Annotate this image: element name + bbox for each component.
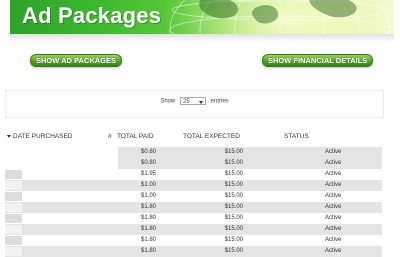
cell-total-paid: $0.80 (140, 160, 156, 166)
banner-shadow (10, 34, 394, 42)
entries-label: entries (210, 98, 229, 105)
cell-total-expected: $15.00 (224, 215, 243, 221)
header-banner: Ad Packages (10, 0, 394, 34)
cell-date-purchased (5, 214, 22, 223)
cell-date-purchased (5, 225, 22, 234)
table-row: $1.80 $15.00 Active (5, 235, 382, 246)
row-left-blank (5, 147, 118, 158)
cell-status: Active (325, 237, 342, 243)
page-size-select[interactable]: 25 (180, 97, 206, 105)
cell-total-paid: $1.00 (140, 193, 156, 199)
cell-total-paid: $1.80 (140, 237, 156, 243)
cell-total-expected: $15.00 (224, 237, 243, 243)
cell-date-purchased (5, 236, 22, 245)
cell-total-expected: $15.00 (224, 204, 243, 210)
column-header-total-paid[interactable]: TOTAL PAID (117, 133, 154, 140)
cell-status: Active (325, 160, 342, 166)
cell-date-purchased (5, 170, 22, 179)
cell-total-paid: $1.80 (140, 204, 156, 210)
row-left-blank (5, 158, 118, 169)
globe-graphic (169, 0, 391, 34)
cell-date-purchased (5, 181, 22, 190)
table-row: $1.80 $15.00 Active (5, 224, 382, 235)
cell-total-expected: $15.00 (224, 193, 243, 199)
table-row: $0.80 $15.00 Active (5, 158, 382, 169)
cell-total-expected: $15.00 (224, 182, 243, 188)
table-controls: Show 25 entries (5, 90, 384, 118)
cell-date-purchased (5, 192, 22, 201)
page-size-row: Show 25 entries (6, 97, 383, 107)
table-row: $1.00 $15.00 Active (5, 180, 382, 191)
cell-status: Active (325, 182, 342, 188)
cell-status: Active (325, 171, 342, 177)
column-header-total-expected[interactable]: TOTAL EXPECTED (183, 133, 240, 140)
cell-total-expected: $15.00 (224, 171, 243, 177)
cell-status: Active (325, 204, 342, 210)
cell-total-expected: $15.00 (224, 226, 243, 232)
column-header-date-label: DATE PURCHASED (13, 133, 73, 140)
cell-total-paid: $1.80 (140, 226, 156, 232)
cell-total-paid: $1.95 (140, 171, 156, 177)
page-title: Ad Packages (22, 3, 162, 28)
cell-total-paid: $1.80 (140, 215, 156, 221)
table-body: $0.80 $15.00 Active $0.80 $15.00 Active … (5, 147, 382, 257)
cell-total-paid: $0.80 (140, 149, 156, 155)
cell-total-paid: $1.00 (140, 182, 156, 188)
show-ad-packages-button[interactable]: SHOW AD PACKAGES (30, 54, 123, 67)
table-row: $1.80 $15.00 Active (5, 213, 382, 224)
column-header-number[interactable]: # (108, 133, 112, 140)
sort-desc-icon (7, 134, 11, 138)
cell-status: Active (325, 226, 342, 232)
chevron-down-icon (199, 101, 203, 104)
table-header: DATE PURCHASED # TOTAL PAID TOTAL EXPECT… (5, 131, 382, 141)
page-size-value: 25 (183, 99, 190, 105)
table-row: $1.95 $15.00 Active (5, 169, 382, 180)
cell-status: Active (325, 149, 342, 155)
cell-status: Active (325, 193, 342, 199)
show-label: Show (160, 98, 176, 105)
table-row: $0.80 $15.00 Active (5, 147, 382, 158)
column-header-status[interactable]: STATUS (284, 133, 309, 140)
column-header-date[interactable]: DATE PURCHASED (7, 133, 72, 140)
cell-total-expected: $15.00 (224, 149, 243, 155)
cell-status: Active (325, 215, 342, 221)
show-financial-details-button[interactable]: SHOW FINANCIAL DETAILS (262, 54, 374, 67)
table-row: $1.00 $15.00 Active (5, 191, 382, 202)
cell-total-expected: $15.00 (224, 160, 243, 166)
table-row: $1.80 $15.00 Active (5, 202, 382, 213)
cell-date-purchased (5, 203, 22, 212)
